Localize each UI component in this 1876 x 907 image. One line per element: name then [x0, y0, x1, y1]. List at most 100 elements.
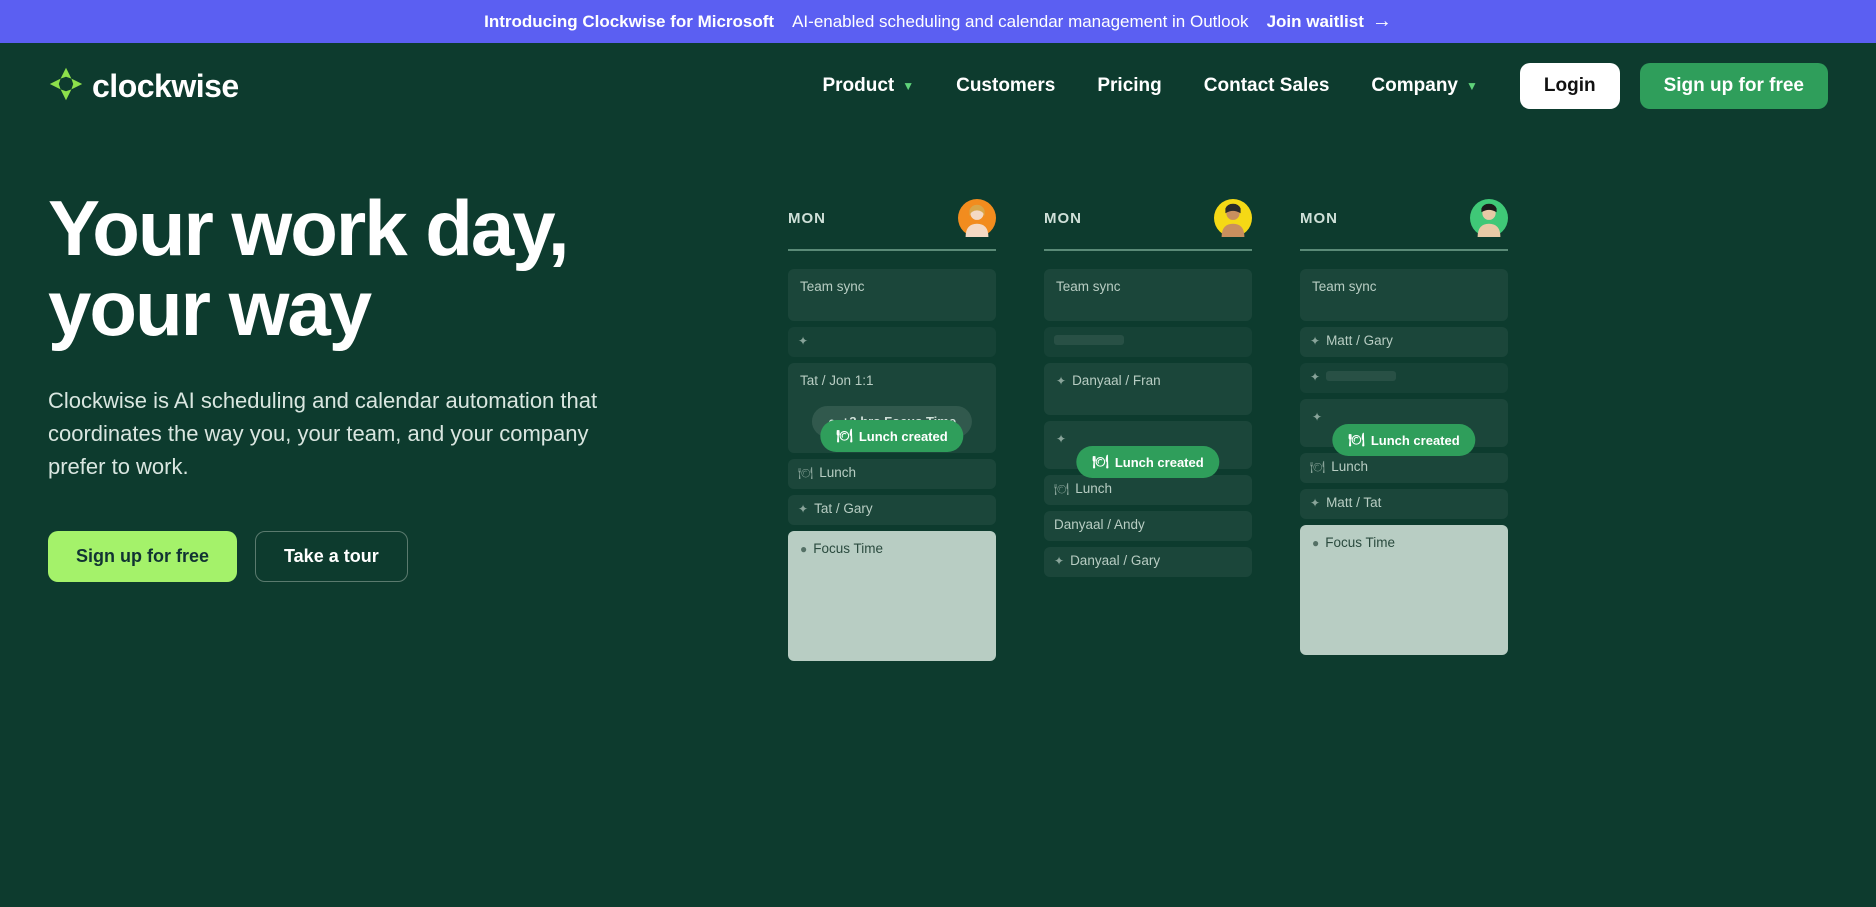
- chevron-down-icon: ▼: [1466, 79, 1478, 93]
- day-label: MON: [788, 210, 826, 227]
- sparkle-icon: ✦: [1056, 432, 1066, 446]
- hero-headline-line1: Your work day,: [48, 184, 568, 272]
- event-block: ✦ 🍽 Lunch created: [1300, 399, 1508, 447]
- lunch-icon: 🍽: [1310, 460, 1325, 474]
- lunch-icon: 🍽: [1092, 454, 1109, 470]
- sparkle-icon: ✦: [798, 334, 808, 348]
- calendar-column-header: MON: [788, 199, 996, 251]
- join-waitlist-link[interactable]: Join waitlist →: [1267, 10, 1392, 33]
- day-label: MON: [1044, 210, 1082, 227]
- event-list: Team sync ✦ Matt / Gary ✦ ✦ 🍽 Lunch create…: [1300, 269, 1508, 655]
- hero-headline: Your work day, your way: [48, 189, 748, 348]
- arrow-right-icon: →: [1372, 10, 1392, 33]
- event-block: 🍽Lunch: [788, 459, 996, 489]
- logo-icon: [48, 66, 84, 107]
- avatar: [958, 199, 996, 237]
- lunch-created-pill: 🍽 Lunch created: [820, 420, 963, 452]
- event-block: ✦ Matt / Tat: [1300, 489, 1508, 519]
- pill-label: Lunch created: [1115, 455, 1204, 470]
- event-block: Team sync: [1300, 269, 1508, 321]
- logo[interactable]: clockwise: [48, 66, 239, 107]
- event-block: 🍽 Lunch: [1300, 453, 1508, 483]
- primary-nav: Product ▼ Customers Pricing Contact Sale…: [822, 75, 1477, 97]
- event-label: Tat / Gary: [814, 501, 873, 516]
- event-label: Matt / Gary: [1326, 333, 1393, 348]
- avatar: [1214, 199, 1252, 237]
- event-label: Matt / Tat: [1326, 495, 1381, 510]
- avatar: [1470, 199, 1508, 237]
- hero-signup-button[interactable]: Sign up for free: [48, 531, 237, 582]
- event-label: Lunch: [1331, 459, 1368, 474]
- placeholder-icon: [1326, 371, 1396, 381]
- hero-ctas: Sign up for free Take a tour: [48, 531, 748, 582]
- calendar-column: MON Team sync ✦ Matt / Gary ✦ ✦ 🍽 Lunch cr…: [1300, 199, 1508, 661]
- nav-product[interactable]: Product ▼: [822, 75, 914, 97]
- site-header: clockwise Product ▼ Customers Pricing Co…: [0, 43, 1876, 129]
- calendar-column: MON Team sync ✦ Danyaal / Fran ✦ 🍽 Lunch c…: [1044, 199, 1252, 661]
- nav-contact-sales[interactable]: Contact Sales: [1204, 75, 1330, 97]
- hero-copy: Your work day, your way Clockwise is AI …: [48, 189, 748, 661]
- placeholder-icon: [1054, 335, 1124, 345]
- event-label: Danyaal / Gary: [1070, 553, 1160, 568]
- event-label: Team sync: [1056, 279, 1121, 294]
- sparkle-icon: ✦: [1312, 410, 1322, 424]
- join-waitlist-label: Join waitlist: [1267, 12, 1364, 32]
- event-label: Lunch: [1075, 481, 1112, 496]
- hero-subtext: Clockwise is AI scheduling and calendar …: [48, 384, 648, 483]
- bulb-icon: ●: [800, 542, 807, 556]
- sparkle-icon: ✦: [1056, 374, 1066, 388]
- nav-company-label: Company: [1371, 75, 1458, 97]
- sparkle-icon: ✦: [798, 502, 808, 516]
- event-block: Tat / Jon 1:1 ●+3 hrs Focus Time 🍽Lunch …: [788, 363, 996, 453]
- lunch-icon: 🍽: [1054, 482, 1069, 496]
- event-label: Team sync: [1312, 279, 1377, 294]
- calendar-preview: MON Team sync ✦ Tat / Jon 1:1 ●+3 hrs Fo…: [788, 189, 1828, 661]
- event-block-focus: ● Focus Time: [788, 531, 996, 661]
- event-block: Danyaal / Andy: [1044, 511, 1252, 541]
- event-label: Focus Time: [1325, 535, 1395, 550]
- event-block: 🍽 Lunch: [1044, 475, 1252, 505]
- announce-text: AI-enabled scheduling and calendar manag…: [792, 12, 1248, 32]
- calendar-column: MON Team sync ✦ Tat / Jon 1:1 ●+3 hrs Fo…: [788, 199, 996, 661]
- event-list: Team sync ✦ Danyaal / Fran ✦ 🍽 Lunch creat…: [1044, 269, 1252, 577]
- nav-pricing[interactable]: Pricing: [1097, 75, 1161, 97]
- event-block: ✦ Tat / Gary: [788, 495, 996, 525]
- lunch-created-pill: 🍽 Lunch created: [1076, 446, 1219, 478]
- event-list: Team sync ✦ Tat / Jon 1:1 ●+3 hrs Focus …: [788, 269, 996, 661]
- login-button[interactable]: Login: [1520, 63, 1620, 109]
- event-block: ✦ 🍽 Lunch created: [1044, 421, 1252, 469]
- sparkle-icon: ✦: [1054, 554, 1064, 568]
- lunch-icon: 🍽: [836, 428, 853, 444]
- hero-section: Your work day, your way Clockwise is AI …: [0, 129, 1876, 661]
- hero-tour-button[interactable]: Take a tour: [255, 531, 408, 582]
- calendar-column-header: MON: [1044, 199, 1252, 251]
- pill-label: Lunch created: [859, 429, 948, 444]
- announcement-bar: Introducing Clockwise for Microsoft AI-e…: [0, 0, 1876, 43]
- nav-company[interactable]: Company ▼: [1371, 75, 1477, 97]
- event-label: Danyaal / Andy: [1054, 517, 1145, 532]
- chevron-down-icon: ▼: [902, 79, 914, 93]
- event-block: ✦ Danyaal / Fran: [1044, 363, 1252, 415]
- event-label: Danyaal / Fran: [1072, 373, 1161, 388]
- pill-label: Lunch created: [1371, 433, 1460, 448]
- sparkle-icon: ✦: [1310, 370, 1320, 384]
- event-label: Tat / Jon 1:1: [800, 373, 874, 388]
- header-actions: Login Sign up for free: [1520, 63, 1828, 109]
- lunch-icon: 🍽: [1348, 432, 1365, 448]
- sparkle-icon: ✦: [1310, 496, 1320, 510]
- lunch-icon: 🍽: [798, 466, 813, 480]
- event-block: ✦ Danyaal / Gary: [1044, 547, 1252, 577]
- sparkle-icon: ✦: [1310, 334, 1320, 348]
- logo-text: clockwise: [92, 68, 239, 105]
- event-label: Focus Time: [813, 541, 883, 556]
- event-block: Team sync: [1044, 269, 1252, 321]
- calendar-column-header: MON: [1300, 199, 1508, 251]
- announce-title: Introducing Clockwise for Microsoft: [484, 12, 774, 32]
- nav-product-label: Product: [822, 75, 894, 97]
- event-block: ✦: [1300, 363, 1508, 393]
- event-block: Team sync: [788, 269, 996, 321]
- signup-button[interactable]: Sign up for free: [1640, 63, 1828, 109]
- nav-customers[interactable]: Customers: [956, 75, 1055, 97]
- event-block-focus: ●Focus Time: [1300, 525, 1508, 655]
- day-label: MON: [1300, 210, 1338, 227]
